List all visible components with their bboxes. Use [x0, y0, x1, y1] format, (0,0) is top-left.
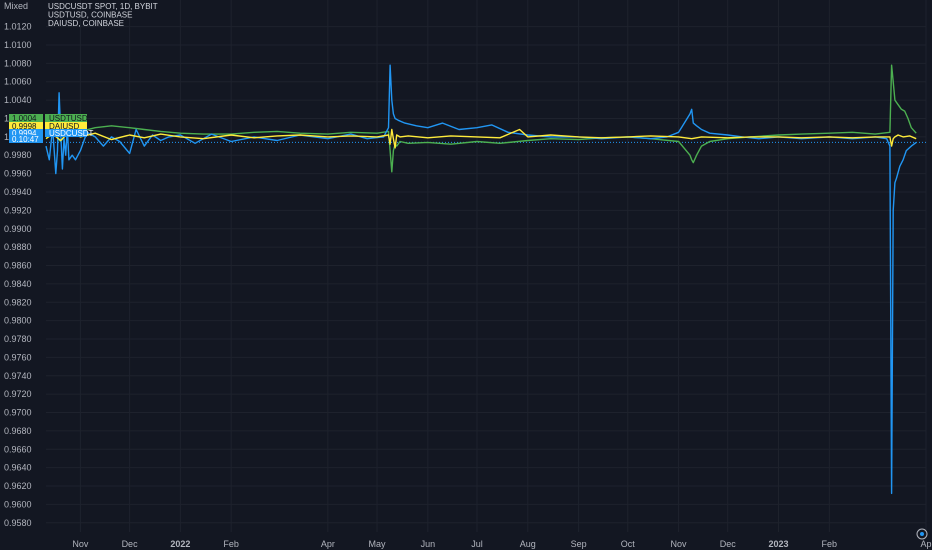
x-tick-label: Apr	[321, 539, 335, 549]
y-tick-label: 0.9940	[4, 187, 32, 197]
y-tick-label: 0.9800	[4, 316, 32, 326]
y-tick-label: 0.9840	[4, 279, 32, 289]
y-tick-label: 0.9580	[4, 518, 32, 528]
price-tag-name: USDCUSDT	[49, 129, 94, 138]
price-tag-value: 0.10:47	[12, 135, 39, 144]
y-tick-label: 0.9960	[4, 169, 32, 179]
y-tick-label: 0.9700	[4, 408, 32, 418]
x-tick-label: May	[369, 539, 387, 549]
x-tick-label: Sep	[571, 539, 587, 549]
x-tick-label: Nov	[72, 539, 89, 549]
scale-mode-label[interactable]: Mixed	[4, 1, 28, 11]
x-tick-label: Feb	[223, 539, 239, 549]
y-axis: Mixed 1.01201.01001.00801.00601.00401.00…	[4, 1, 32, 528]
x-tick-label: 2023	[768, 539, 788, 549]
y-tick-label: 0.9980	[4, 150, 32, 160]
y-tick-label: 0.9820	[4, 297, 32, 307]
y-tick-label: 1.0120	[4, 22, 32, 32]
x-tick-label: 2022	[170, 539, 190, 549]
y-tick-label: 0.9760	[4, 352, 32, 362]
x-tick-label: Oct	[621, 539, 636, 549]
y-tick-label: 1.0040	[4, 95, 32, 105]
y-tick-label: 0.9660	[4, 444, 32, 454]
legend-entry[interactable]: DAIUSD, COINBASE	[48, 19, 124, 28]
y-tick-label: 1.0100	[4, 40, 32, 50]
x-tick-label: Dec	[122, 539, 139, 549]
y-tick-label: 0.9860	[4, 261, 32, 271]
price-chart[interactable]: Mixed 1.01201.01001.00801.00601.00401.00…	[0, 0, 932, 550]
x-tick-label: Nov	[671, 539, 688, 549]
y-tick-label: 1.0080	[4, 58, 32, 68]
y-tick-label: 0.9600	[4, 499, 32, 509]
y-tick-label: 0.9900	[4, 224, 32, 234]
y-tick-label: 0.9640	[4, 463, 32, 473]
x-tick-label: Jun	[421, 539, 436, 549]
y-tick-label: 0.9720	[4, 389, 32, 399]
x-tick-label: Ap	[920, 539, 931, 549]
x-tick-label: Feb	[822, 539, 838, 549]
y-tick-label: 1.0060	[4, 77, 32, 87]
y-tick-label: 0.9740	[4, 371, 32, 381]
y-tick-label: 0.9920	[4, 205, 32, 215]
x-tick-label: Aug	[520, 539, 536, 549]
x-tick-label: Dec	[720, 539, 737, 549]
y-tick-label: 0.9620	[4, 481, 32, 491]
y-tick-label: 0.9680	[4, 426, 32, 436]
y-tick-label: 0.9780	[4, 334, 32, 344]
x-tick-label: Jul	[471, 539, 483, 549]
y-tick-label: 0.9880	[4, 242, 32, 252]
